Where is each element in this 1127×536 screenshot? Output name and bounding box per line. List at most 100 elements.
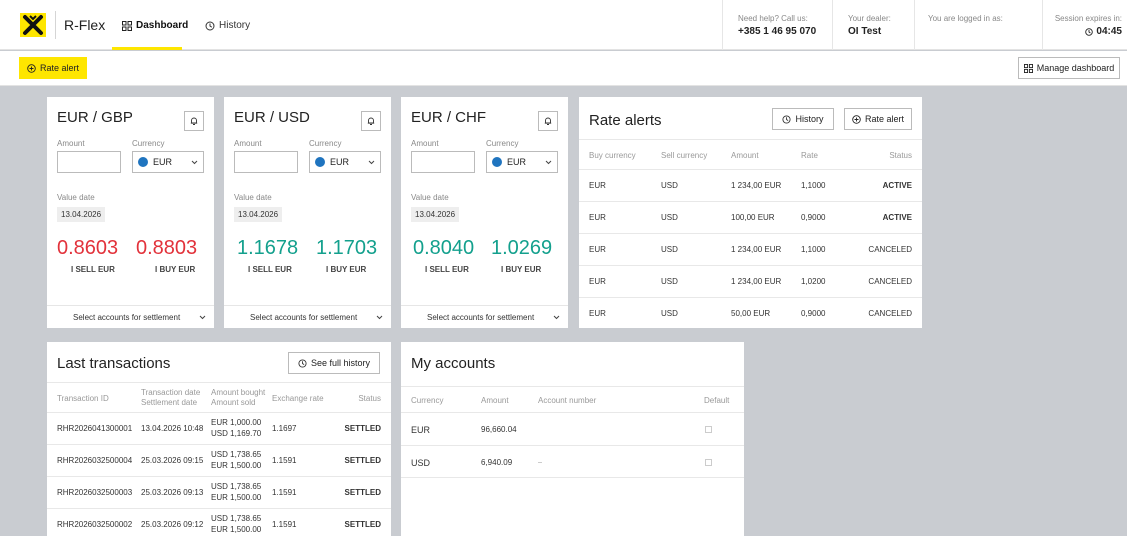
chevron-down-icon (553, 315, 560, 320)
column-header: Buy currency (589, 151, 636, 160)
table-row[interactable]: RHR2026032500004 25.03.2026 09:15 USD 1,… (47, 444, 391, 476)
value-date-picker[interactable]: 13.04.2026 (234, 207, 283, 222)
bell-icon (190, 117, 198, 125)
column-header: Account number (538, 396, 597, 405)
see-full-history-button[interactable]: See full history (288, 352, 380, 374)
amount-sold-cell: EUR 1,500.00 (211, 461, 262, 470)
currency-cell: USD (411, 458, 431, 468)
set-alert-button[interactable] (184, 111, 204, 131)
amount-input[interactable] (411, 151, 475, 173)
currency-flag-icon (492, 157, 502, 167)
rate-alert-button[interactable]: Rate alert (19, 57, 87, 79)
set-alert-button[interactable] (538, 111, 558, 131)
raiffeisen-logo-icon[interactable] (20, 13, 46, 37)
table-row[interactable]: RHR2026032500003 25.03.2026 09:13 USD 1,… (47, 476, 391, 508)
buy-rate-label: I BUY EUR (155, 265, 196, 274)
chevron-down-icon (368, 160, 375, 164)
amount-cell: 6,940.09 (481, 458, 513, 467)
status-badge: CANCELED (868, 245, 912, 254)
amount-label: Amount (234, 139, 262, 148)
chevron-down-icon (199, 315, 206, 320)
buy-rate-button[interactable]: 1.0269 (491, 237, 552, 260)
table-row[interactable]: EUR 96,660.04 (401, 412, 744, 445)
table-row[interactable]: RHR2026032500002 25.03.2026 09:12 USD 1,… (47, 508, 391, 536)
new-rate-alert-button[interactable]: Rate alert (844, 108, 912, 130)
rate-alert-label: Rate alert (39, 63, 80, 73)
buy-rate-button[interactable]: 0.8803 (136, 237, 197, 260)
buy-currency-cell: EUR (589, 213, 606, 222)
currency-label: Currency (132, 139, 165, 148)
table-row[interactable]: RHR2026041300001 13.04.2026 10:48 EUR 1,… (47, 412, 391, 444)
header-divider (914, 0, 915, 50)
default-checkbox[interactable] (705, 459, 712, 466)
currency-select[interactable]: EUR (132, 151, 204, 173)
amount-cell: 100,00 EUR (731, 213, 775, 222)
amount-input[interactable] (234, 151, 298, 173)
currency-pair-title: EUR / USD (234, 109, 310, 126)
amount-label: Amount (57, 139, 85, 148)
sell-rate-button[interactable]: 1.1678 (237, 237, 298, 260)
amount-input[interactable] (57, 151, 121, 173)
transaction-date-cell: 25.03.2026 09:13 (141, 488, 204, 497)
transaction-date-cell: 25.03.2026 09:15 (141, 456, 204, 465)
alerts-history-label: History (795, 114, 824, 124)
currency-flag-icon (138, 157, 148, 167)
column-header: Transaction ID (57, 394, 109, 403)
rate-alerts-title: Rate alerts (589, 112, 662, 129)
table-row[interactable]: EUR USD 1 234,00 EUR 1,0200 CANCELED (579, 265, 922, 297)
settlement-accounts-select[interactable]: Select accounts for settlement (47, 305, 214, 329)
header-divider (832, 0, 833, 50)
amount-cell: 96,660.04 (481, 425, 517, 434)
buy-currency-cell: EUR (589, 277, 606, 286)
buy-rate-button[interactable]: 1.1703 (316, 237, 377, 260)
default-checkbox[interactable] (705, 426, 712, 433)
rate-cell: 1,0200 (801, 277, 826, 286)
fx-card-eur-usd: EUR / USD Amount Currency EUR Value date… (224, 97, 391, 328)
table-row[interactable]: EUR USD 1 234,00 EUR 1,1000 CANCELED (579, 233, 922, 265)
transaction-id-cell: RHR2026032500003 (57, 488, 133, 497)
tab-dashboard[interactable]: Dashboard (122, 20, 188, 31)
new-rate-alert-label: Rate alert (864, 114, 905, 124)
tab-history[interactable]: History (205, 20, 250, 31)
buy-currency-cell: EUR (589, 181, 606, 190)
amount-bought-cell: USD 1,738.65 (211, 514, 262, 523)
currency-select[interactable]: EUR (309, 151, 381, 173)
exchange-rate-cell: 1.1591 (272, 520, 297, 529)
table-row[interactable]: USD 6,940.09 (401, 445, 744, 478)
currency-value: EUR (330, 157, 350, 167)
amount-cell: 1 234,00 EUR (731, 181, 782, 190)
settlement-accounts-select[interactable]: Select accounts for settlement (224, 305, 391, 329)
help-label: Need help? Call us: (738, 14, 808, 23)
column-header: Settlement date (141, 398, 198, 407)
currency-value: EUR (153, 157, 173, 167)
currency-value: EUR (507, 157, 527, 167)
sell-rate-button[interactable]: 0.8040 (413, 237, 474, 260)
table-header-row: Buy currency Sell currency Amount Rate S… (579, 139, 922, 169)
currency-label: Currency (309, 139, 342, 148)
sell-rate-button[interactable]: 0.8603 (57, 237, 118, 260)
table-row[interactable]: EUR USD 1 234,00 EUR 1,1000 ACTIVE (579, 169, 922, 201)
dashboard-toolbar: Rate alert Manage dashboard (0, 51, 1127, 86)
set-alert-button[interactable] (361, 111, 381, 131)
column-header: Currency (411, 396, 444, 405)
value-date-picker[interactable]: 13.04.2026 (57, 207, 106, 222)
help-phone-link[interactable]: +385 1 46 95 070 (738, 26, 816, 37)
manage-dashboard-button[interactable]: Manage dashboard (1018, 57, 1120, 79)
table-row[interactable]: EUR USD 50,00 EUR 0,9000 CANCELED (579, 297, 922, 328)
chevron-down-icon (376, 315, 383, 320)
sell-rate-label: I SELL EUR (248, 265, 292, 274)
value-date-picker[interactable]: 13.04.2026 (411, 207, 460, 222)
alerts-history-button[interactable]: History (772, 108, 834, 130)
header-divider (1042, 0, 1043, 50)
chevron-down-icon (191, 160, 198, 164)
rate-cell: 1,1000 (801, 245, 826, 254)
settlement-accounts-select[interactable]: Select accounts for settlement (401, 305, 568, 329)
session-label: Session expires in: (1054, 14, 1122, 23)
fx-card-eur-gbp: EUR / GBP Amount Currency EUR Value date… (47, 97, 214, 328)
rate-cell: 0,9000 (801, 213, 826, 222)
currency-select[interactable]: EUR (486, 151, 558, 173)
status-badge: CANCELED (868, 277, 912, 286)
table-row[interactable]: EUR USD 100,00 EUR 0,9000 ACTIVE (579, 201, 922, 233)
transaction-id-cell: RHR2026041300001 (57, 424, 133, 433)
session-timer: 04:45 (1046, 26, 1122, 37)
